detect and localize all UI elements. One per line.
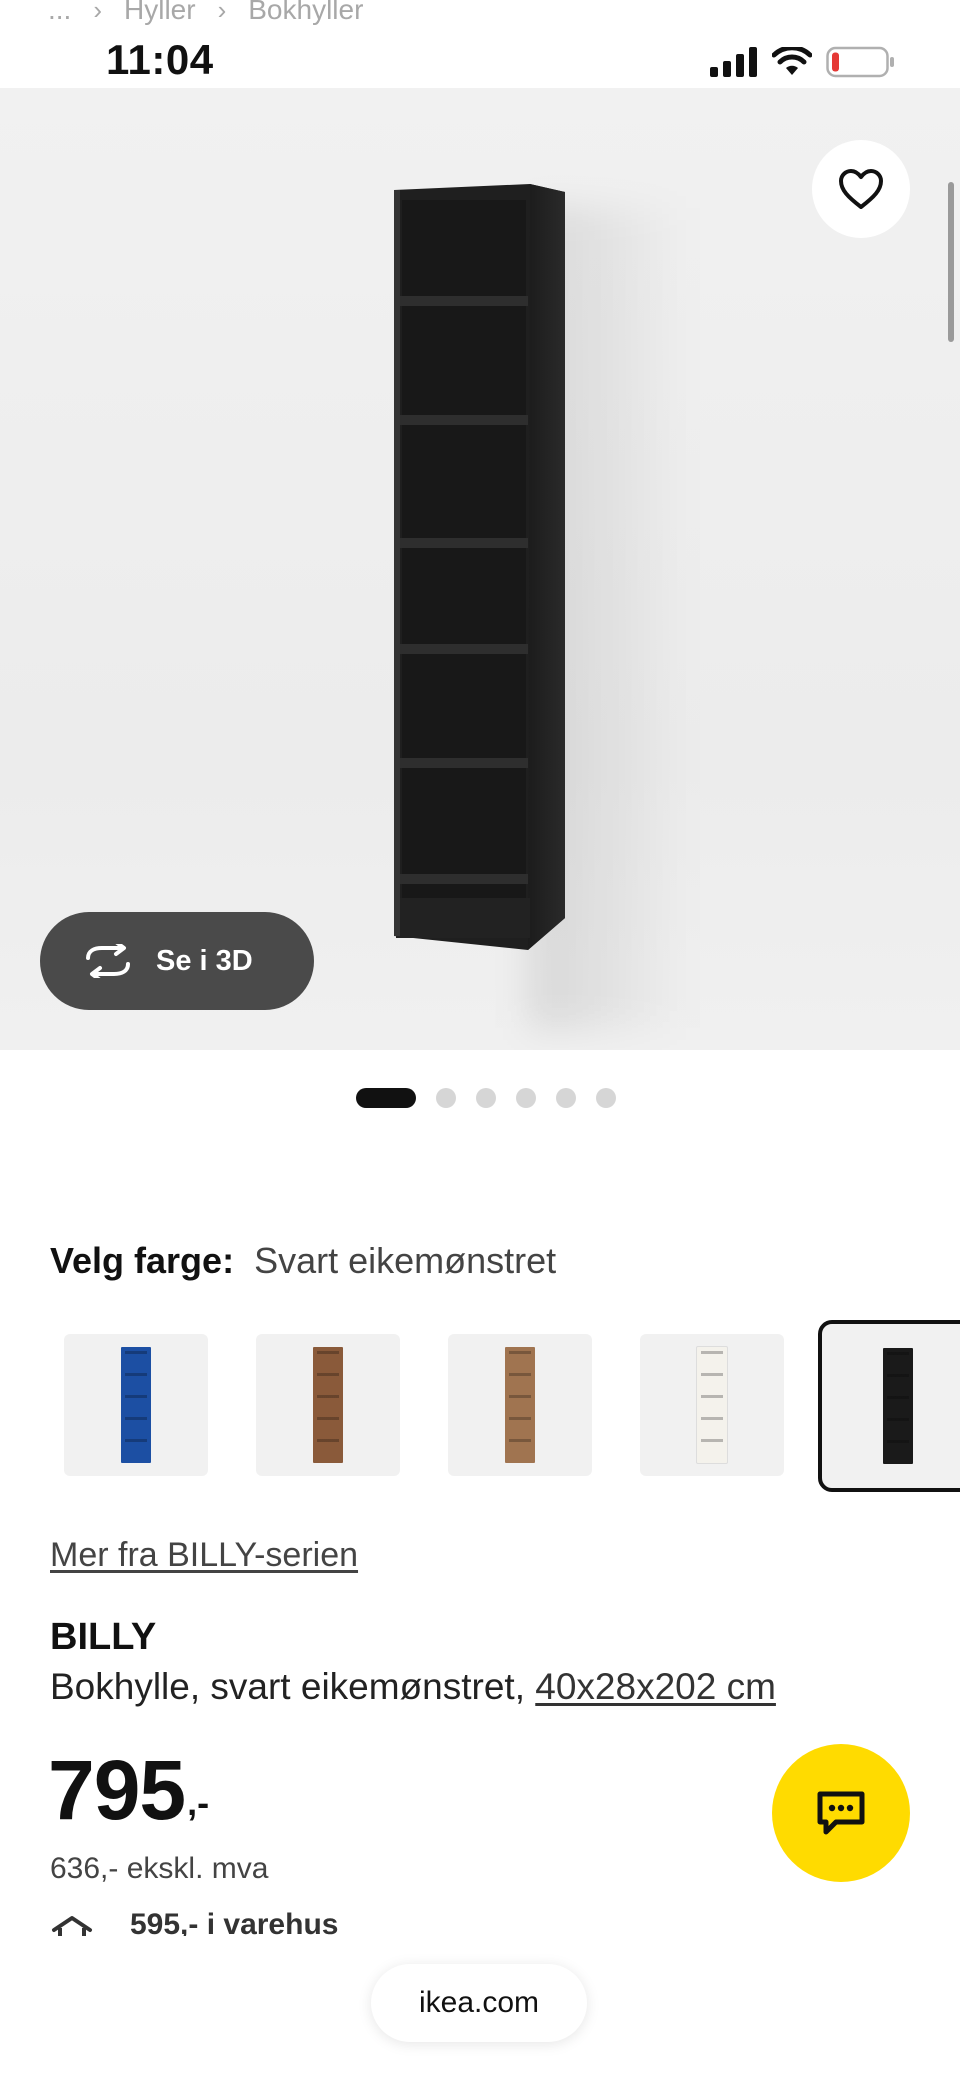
bookcase-blue-thumbnail	[121, 1347, 151, 1463]
view-in-3d-button[interactable]: Se i 3D	[40, 912, 314, 1010]
heart-outline-icon	[839, 169, 883, 209]
pagination-dot-3[interactable]	[476, 1088, 496, 1108]
product-name: BILLY	[50, 1616, 157, 1658]
view-in-3d-label: Se i 3D	[156, 944, 253, 977]
rotate-3d-icon	[86, 944, 130, 978]
status-bar: 11:04	[0, 0, 960, 88]
pagination-dot-6[interactable]	[596, 1088, 616, 1108]
color-swatches	[0, 1320, 960, 1492]
bookcase-black-thumbnail	[883, 1348, 913, 1464]
chat-icon	[817, 1791, 865, 1835]
store-price-row: 595,- i varehus	[50, 1908, 338, 1936]
image-pagination	[0, 1088, 960, 1108]
product-dimensions-link[interactable]: 40x28x202 cm	[535, 1666, 776, 1707]
bookcase-white-thumbnail	[696, 1346, 728, 1464]
price: 795 ,-	[48, 1748, 209, 1832]
bookcase-oak-thumbnail	[505, 1347, 535, 1463]
swatch-oak[interactable]	[448, 1334, 592, 1476]
store-icon	[52, 1916, 92, 1936]
product-description: Bokhylle, svart eikemønstret, 40x28x202 …	[50, 1666, 776, 1708]
price-value: 795	[48, 1743, 186, 1837]
status-time: 11:04	[106, 36, 214, 83]
chat-button[interactable]	[772, 1744, 910, 1882]
series-link[interactable]: Mer fra BILLY-serien	[50, 1536, 358, 1575]
battery-low-icon	[826, 46, 894, 78]
pagination-dot-5[interactable]	[556, 1088, 576, 1108]
product-description-text: Bokhylle, svart eikemønstret,	[50, 1666, 536, 1707]
price-suffix: ,-	[187, 1782, 210, 1823]
product-image-bookcase	[394, 184, 565, 950]
wifi-icon	[772, 47, 812, 75]
favorite-button[interactable]	[812, 140, 910, 238]
browser-url-bar[interactable]: ikea.com	[371, 1964, 587, 2042]
bookcase-brown-thumbnail	[313, 1347, 343, 1463]
pagination-dot-2[interactable]	[436, 1088, 456, 1108]
swatch-white[interactable]	[640, 1334, 784, 1476]
swatch-black-selected[interactable]	[818, 1320, 960, 1492]
pagination-dot-4[interactable]	[516, 1088, 536, 1108]
pagination-dot-1[interactable]	[356, 1088, 416, 1108]
store-price-label: 595,- i varehus	[130, 1908, 339, 1936]
color-picker-label: Velg farge: Svart eikemønstret	[50, 1240, 556, 1282]
color-label-value: Svart eikemønstret	[254, 1240, 557, 1281]
signal-icon	[710, 47, 757, 77]
color-label-key: Velg farge:	[50, 1240, 235, 1281]
scrollbar[interactable]	[948, 182, 954, 342]
price-excl-vat: 636,- ekskl. mva	[50, 1852, 269, 1885]
status-icons	[710, 46, 896, 78]
product-image-gallery[interactable]: Se i 3D	[0, 88, 960, 1050]
swatch-blue[interactable]	[64, 1334, 208, 1476]
swatch-brown[interactable]	[256, 1334, 400, 1476]
